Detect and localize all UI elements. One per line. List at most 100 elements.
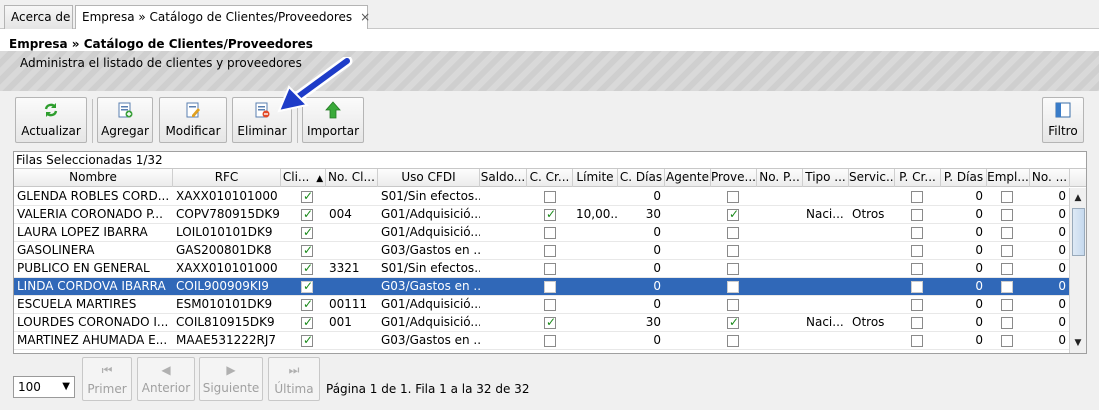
checkbox-ccr[interactable] (544, 315, 556, 329)
checkbox-empl[interactable] (1001, 209, 1013, 221)
table-row[interactable]: GLENDA ROBLES CORD... XAXX010101000 S01/Si… (14, 188, 1086, 206)
checkbox-prov[interactable] (727, 263, 739, 275)
col-rfc[interactable]: RFC (173, 169, 281, 187)
grid-rows: GLENDA ROBLES CORD... XAXX010101000 S01/Si… (14, 188, 1086, 350)
checkbox-cli[interactable] (301, 315, 313, 329)
close-icon[interactable]: × (360, 10, 370, 24)
cell-no: 0 (1058, 297, 1066, 311)
checkbox-cli[interactable] (301, 225, 313, 239)
checkbox-empl[interactable] (1001, 191, 1013, 203)
checkbox-empl[interactable] (1001, 299, 1013, 311)
checkbox-empl[interactable] (1001, 263, 1013, 275)
filtro-button[interactable]: Filtro (1042, 97, 1084, 143)
checkbox-prov[interactable] (727, 227, 739, 239)
checkbox-cli[interactable] (301, 333, 313, 347)
col-p-credito[interactable]: P. Cr... (895, 169, 941, 187)
checkbox-cli[interactable] (301, 243, 313, 257)
col-saldo[interactable]: Saldo... (480, 169, 527, 187)
checkbox-ccr[interactable] (544, 207, 556, 221)
checkbox-empl[interactable] (1001, 335, 1013, 347)
table-row[interactable]: LOURDES CORONADO I... COIL810915DK9 001 G01… (14, 314, 1086, 332)
checkbox-pcr[interactable] (911, 281, 923, 293)
checkbox-pcr[interactable] (911, 191, 923, 203)
checkbox-prov[interactable] (727, 335, 739, 347)
siguiente-button[interactable]: ▶ Siguiente (199, 357, 263, 401)
col-empleado[interactable]: Empl... (987, 169, 1030, 187)
table-row[interactable]: GASOLINERA GAS200801DK8 G03/Gastos en ... 0… (14, 242, 1086, 260)
table-row[interactable]: ESCUELA MARTIRES ESM010101DK9 00111 G01/Adq… (14, 296, 1086, 314)
scroll-thumb[interactable] (1072, 208, 1085, 256)
cell-nocl: 00111 (329, 297, 368, 311)
checkbox-ccr[interactable] (544, 227, 556, 239)
col-credito[interactable]: C. Cr... (527, 169, 573, 187)
checkbox-ccr[interactable] (544, 245, 556, 257)
checkbox-ccr[interactable] (544, 335, 556, 347)
checkbox-prov[interactable] (727, 315, 739, 329)
table-row[interactable]: MARTINEZ AHUMADA E... MAAE531222RJ7 G03/Ga… (14, 332, 1086, 350)
checkbox-pcr[interactable] (911, 263, 923, 275)
checkbox-pcr[interactable] (911, 227, 923, 239)
clients-grid[interactable]: Filas Seleccionadas 1/32 Nombre RFC Cli.… (13, 151, 1087, 354)
col-cliente[interactable]: Cli... ▲ (281, 169, 326, 187)
cell-rfc: LOIL010101DK9 (176, 225, 273, 239)
page-size-select[interactable]: 100 ▼ (13, 376, 75, 398)
cell-rfc: XAXX010101000 (176, 189, 278, 203)
cell-tipo: Naci... (806, 315, 844, 329)
vertical-scrollbar[interactable]: ▲ ▼ (1069, 188, 1086, 353)
col-uso-cfdi[interactable]: Uso CFDI (378, 169, 480, 187)
pointer-arrow-icon (277, 57, 353, 113)
table-row[interactable]: PUBLICO EN GENERAL XAXX010101000 3321 S01/S… (14, 260, 1086, 278)
cell-limite (573, 278, 618, 296)
checkbox-prov[interactable] (727, 281, 739, 293)
col-no[interactable]: No. ... (1030, 169, 1070, 187)
col-nombre[interactable]: Nombre (14, 169, 173, 187)
anterior-button[interactable]: ◀ Anterior (137, 357, 195, 401)
checkbox-prov[interactable] (727, 245, 739, 257)
col-dias[interactable]: C. Días (618, 169, 665, 187)
scroll-up-icon[interactable]: ▲ (1070, 190, 1086, 206)
ultima-button[interactable]: ⏭ Última (268, 357, 320, 401)
cell-cdias: 0 (653, 279, 661, 293)
checkbox-ccr[interactable] (544, 191, 556, 203)
checkbox-prov[interactable] (727, 299, 739, 311)
checkbox-pcr[interactable] (911, 245, 923, 257)
checkbox-pcr[interactable] (911, 209, 923, 221)
checkbox-pcr[interactable] (911, 335, 923, 347)
col-servicio[interactable]: Servic... (849, 169, 895, 187)
checkbox-cli[interactable] (301, 189, 313, 203)
checkbox-ccr[interactable] (544, 281, 556, 293)
col-no-proveedor[interactable]: No. P... (757, 169, 803, 187)
checkbox-ccr[interactable] (544, 299, 556, 311)
checkbox-cli[interactable] (301, 279, 313, 293)
checkbox-cli[interactable] (301, 207, 313, 221)
agregar-button[interactable]: Agregar (97, 97, 153, 143)
checkbox-pcr[interactable] (911, 317, 923, 329)
checkbox-cli[interactable] (301, 261, 313, 275)
scroll-down-icon[interactable]: ▼ (1070, 335, 1086, 351)
col-proveedor[interactable]: Prove... (711, 169, 757, 187)
cell-no: 0 (1058, 225, 1066, 239)
table-row[interactable]: LINDA CORDOVA IBARRA COIL900909KI9 G03/Gas… (14, 278, 1086, 296)
checkbox-empl[interactable] (1001, 245, 1013, 257)
delete-document-icon (255, 102, 270, 118)
primer-button[interactable]: ⏮ Primer (82, 357, 132, 401)
col-p-dias[interactable]: P. Días (941, 169, 987, 187)
actualizar-button[interactable]: Actualizar (15, 97, 87, 143)
checkbox-ccr[interactable] (544, 263, 556, 275)
modificar-button[interactable]: Modificar (159, 97, 227, 143)
col-agente[interactable]: Agente (665, 169, 711, 187)
col-no-cliente[interactable]: No. Cl... (326, 169, 378, 187)
tab-catalogo[interactable]: Empresa » Catálogo de Clientes/Proveedor… (75, 5, 370, 30)
checkbox-pcr[interactable] (911, 299, 923, 311)
col-limite[interactable]: Límite (573, 169, 618, 187)
table-row[interactable]: VALERIA CORONADO P... COPV780915DK9 004 G01… (14, 206, 1086, 224)
checkbox-empl[interactable] (1001, 317, 1013, 329)
checkbox-empl[interactable] (1001, 227, 1013, 239)
tab-acerca-de[interactable]: Acerca de (4, 5, 73, 29)
checkbox-prov[interactable] (727, 207, 739, 221)
table-row[interactable]: LAURA LOPEZ IBARRA LOIL010101DK9 G01/Adqui… (14, 224, 1086, 242)
checkbox-empl[interactable] (1001, 281, 1013, 293)
col-tipo[interactable]: Tipo ... (803, 169, 849, 187)
checkbox-cli[interactable] (301, 297, 313, 311)
checkbox-prov[interactable] (727, 191, 739, 203)
